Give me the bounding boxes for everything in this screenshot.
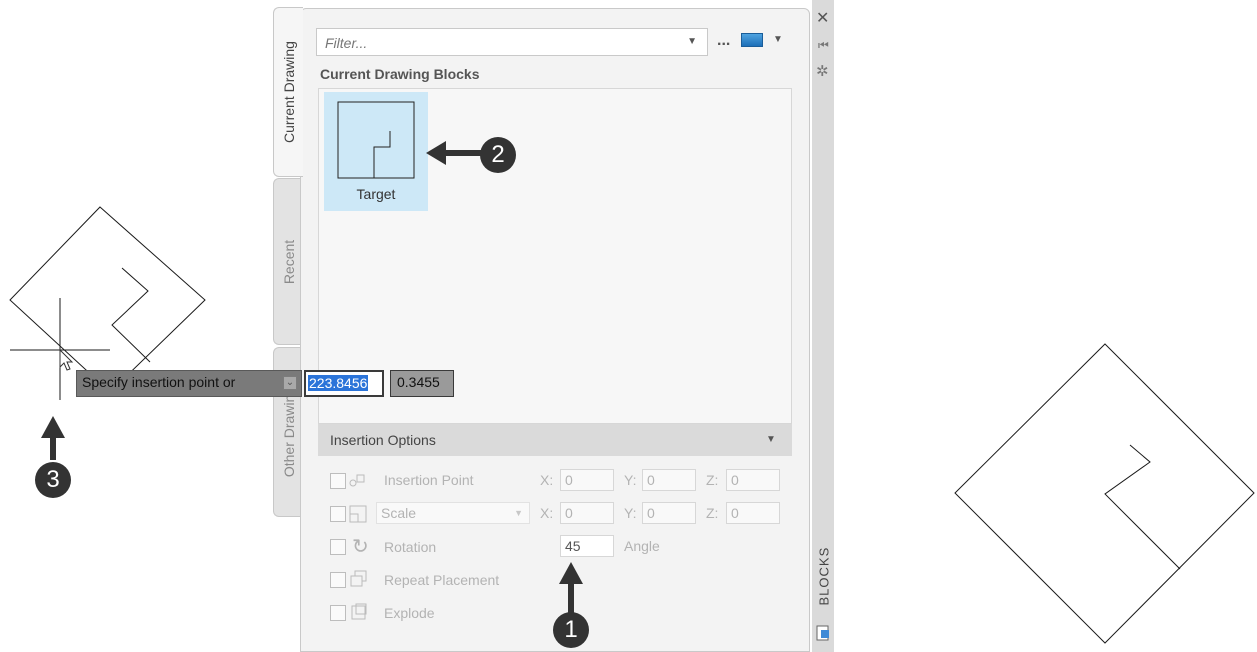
insertion-point-icon (349, 472, 365, 488)
filter-input[interactable] (323, 32, 677, 54)
repeat-placement-label: Repeat Placement (384, 572, 500, 588)
mouse-pointer-icon (59, 348, 74, 371)
z-label: Z: (706, 472, 719, 488)
scale-z-field[interactable]: 0 (726, 502, 780, 524)
insertion-z-field[interactable]: 0 (726, 469, 780, 491)
close-icon[interactable]: ✕ (816, 8, 829, 28)
dropdown-arrow-icon[interactable]: ▼ (773, 34, 783, 45)
repeat-placement-icon (350, 570, 368, 588)
rotation-icon: ↻ (352, 536, 369, 558)
chevron-down-icon[interactable]: ▼ (687, 36, 697, 47)
insertion-point-label: Insertion Point (384, 472, 474, 488)
insertion-x-field[interactable]: 0 (560, 469, 614, 491)
chevron-down-icon: ▼ (514, 508, 523, 518)
explode-checkbox[interactable] (330, 605, 346, 621)
rotation-checkbox[interactable] (330, 539, 346, 555)
tab-recent[interactable]: Recent (273, 178, 303, 345)
command-prompt-text: Specify insertion point or (82, 374, 236, 390)
chevron-down-icon[interactable]: ▼ (766, 434, 776, 445)
tab-label: Recent (280, 239, 297, 284)
section-title: Current Drawing Blocks (320, 66, 480, 82)
settings-icon[interactable]: ✲ (816, 62, 829, 80)
x-coordinate-input[interactable]: 223.8456 (304, 370, 384, 397)
callout-2: 2 (480, 137, 516, 173)
pin-icon[interactable]: ⏮ (818, 38, 829, 53)
callout-3: 3 (35, 462, 71, 498)
tab-current-drawing[interactable]: Current Drawing (273, 7, 303, 177)
palette-side-title: BLOCKS (816, 546, 832, 606)
target-block-preview (9, 206, 206, 393)
z-label: Z: (706, 505, 719, 521)
scale-y-field[interactable]: 0 (642, 502, 696, 524)
scale-dropdown[interactable]: Scale ▼ (376, 502, 530, 524)
rotation-label: Rotation (384, 539, 437, 555)
repeat-placement-checkbox[interactable] (330, 572, 346, 588)
scale-x-field[interactable]: 0 (560, 502, 614, 524)
x-label: X: (540, 505, 554, 521)
scale-label: Scale (381, 505, 417, 521)
angle-label: Angle (624, 538, 660, 554)
view-mode-icon[interactable] (741, 33, 763, 47)
y-label: Y: (624, 505, 637, 521)
insertion-y-field[interactable]: 0 (642, 469, 696, 491)
x-coordinate-value: 223.8456 (308, 375, 369, 391)
y-label: Y: (624, 472, 637, 488)
tab-label: Current Drawing (280, 41, 297, 143)
tab-label: Other Drawing (280, 386, 297, 478)
x-label: X: (540, 472, 554, 488)
rotation-angle-field[interactable]: 45 (560, 535, 614, 557)
scale-icon (349, 505, 367, 523)
explode-icon (350, 603, 368, 621)
blocks-palette-icon[interactable] (815, 624, 831, 642)
callout-1: 1 (553, 612, 589, 648)
insertion-point-checkbox[interactable] (330, 473, 346, 489)
more-options-button[interactable]: ... (717, 32, 730, 50)
scale-checkbox[interactable] (330, 506, 346, 522)
y-coordinate-input[interactable]: 0.3455 (390, 370, 454, 397)
inserted-block (954, 343, 1255, 644)
insertion-options-title: Insertion Options (330, 432, 436, 448)
block-label: Target (356, 186, 396, 202)
explode-label: Explode (384, 605, 435, 621)
filter-box[interactable]: ▼ (316, 28, 708, 56)
options-arrow-icon[interactable]: ⌄ (283, 376, 297, 390)
